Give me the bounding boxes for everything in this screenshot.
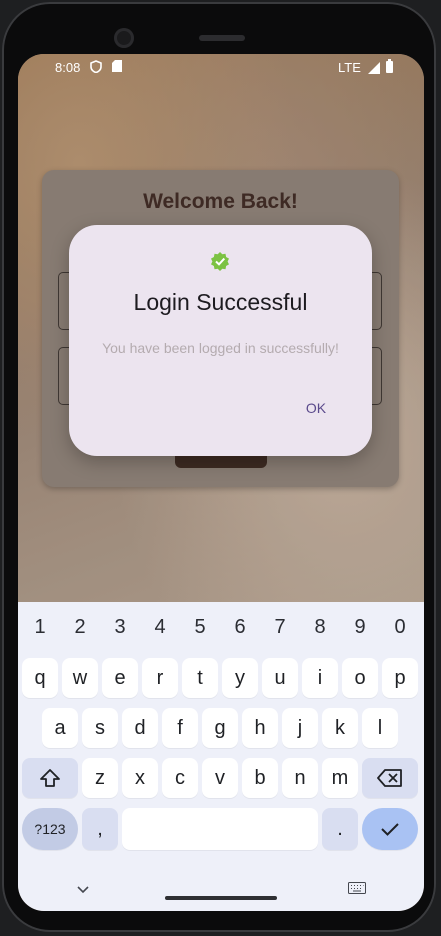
key-9[interactable]: 9 (340, 616, 380, 639)
enter-key[interactable] (362, 808, 418, 850)
key-o[interactable]: o (342, 658, 378, 698)
key-3[interactable]: 3 (100, 616, 140, 639)
login-title: Welcome Back! (143, 190, 298, 213)
key-x[interactable]: x (122, 758, 158, 798)
ok-button[interactable]: OK (295, 393, 337, 423)
shield-icon (90, 60, 102, 76)
keyboard-icon[interactable] (348, 881, 366, 899)
key-j[interactable]: j (282, 708, 318, 748)
speaker-grille (199, 35, 245, 41)
key-0[interactable]: 0 (380, 616, 420, 639)
keyboard-bottom-bar (18, 872, 424, 911)
camera-icon (114, 28, 134, 48)
status-time: 8:08 (55, 60, 81, 75)
key-6[interactable]: 6 (220, 616, 260, 639)
key-a[interactable]: a (42, 708, 78, 748)
sd-card-icon (112, 60, 122, 75)
status-bar: 8:08 LTE (18, 54, 424, 82)
verified-check-icon (210, 251, 230, 271)
key-t[interactable]: t (182, 658, 218, 698)
key-4[interactable]: 4 (140, 616, 180, 639)
key-s[interactable]: s (82, 708, 118, 748)
backspace-icon (377, 769, 402, 787)
backspace-key[interactable] (362, 758, 418, 798)
network-type: LTE (338, 60, 361, 75)
period-key[interactable]: . (322, 808, 358, 850)
key-q[interactable]: q (22, 658, 58, 698)
key-i[interactable]: i (302, 658, 338, 698)
shift-key[interactable] (22, 758, 78, 798)
dialog-title: Login Successful (133, 289, 308, 315)
key-z[interactable]: z (82, 758, 118, 798)
screen: 8:08 LTE Welcome Back! Login Successful … (18, 54, 424, 911)
key-y[interactable]: y (222, 658, 258, 698)
key-1[interactable]: 1 (20, 616, 60, 639)
key-5[interactable]: 5 (180, 616, 220, 639)
shift-icon (40, 769, 60, 787)
key-b[interactable]: b (242, 758, 278, 798)
key-p[interactable]: p (382, 658, 418, 698)
key-h[interactable]: h (242, 708, 278, 748)
key-8[interactable]: 8 (300, 616, 340, 639)
key-r[interactable]: r (142, 658, 178, 698)
key-f[interactable]: f (162, 708, 198, 748)
number-row: 1 2 3 4 5 6 7 8 9 0 (18, 610, 424, 640)
keyboard: 1 2 3 4 5 6 7 8 9 0 q w e r t y u i o p (18, 602, 424, 911)
space-key[interactable] (122, 808, 318, 850)
key-v[interactable]: v (202, 758, 238, 798)
key-7[interactable]: 7 (260, 616, 300, 639)
phone-frame: 8:08 LTE Welcome Back! Login Successful … (2, 2, 436, 932)
key-u[interactable]: u (262, 658, 298, 698)
comma-key[interactable]: , (82, 808, 118, 850)
key-c[interactable]: c (162, 758, 198, 798)
key-e[interactable]: e (102, 658, 138, 698)
key-w[interactable]: w (62, 658, 98, 698)
key-k[interactable]: k (322, 708, 358, 748)
battery-icon (386, 59, 393, 73)
key-m[interactable]: m (322, 758, 358, 798)
key-d[interactable]: d (122, 708, 158, 748)
key-g[interactable]: g (202, 708, 238, 748)
dialog-message: You have been logged in successfully! (102, 340, 339, 356)
success-dialog: Login Successful You have been logged in… (69, 225, 372, 456)
key-n[interactable]: n (282, 758, 318, 798)
key-2[interactable]: 2 (60, 616, 100, 639)
symbols-key[interactable]: ?123 (22, 808, 78, 850)
key-l[interactable]: l (362, 708, 398, 748)
gesture-handle[interactable] (165, 896, 277, 900)
signal-icon (368, 62, 380, 74)
chevron-down-icon[interactable] (76, 882, 90, 900)
check-icon (381, 823, 399, 836)
